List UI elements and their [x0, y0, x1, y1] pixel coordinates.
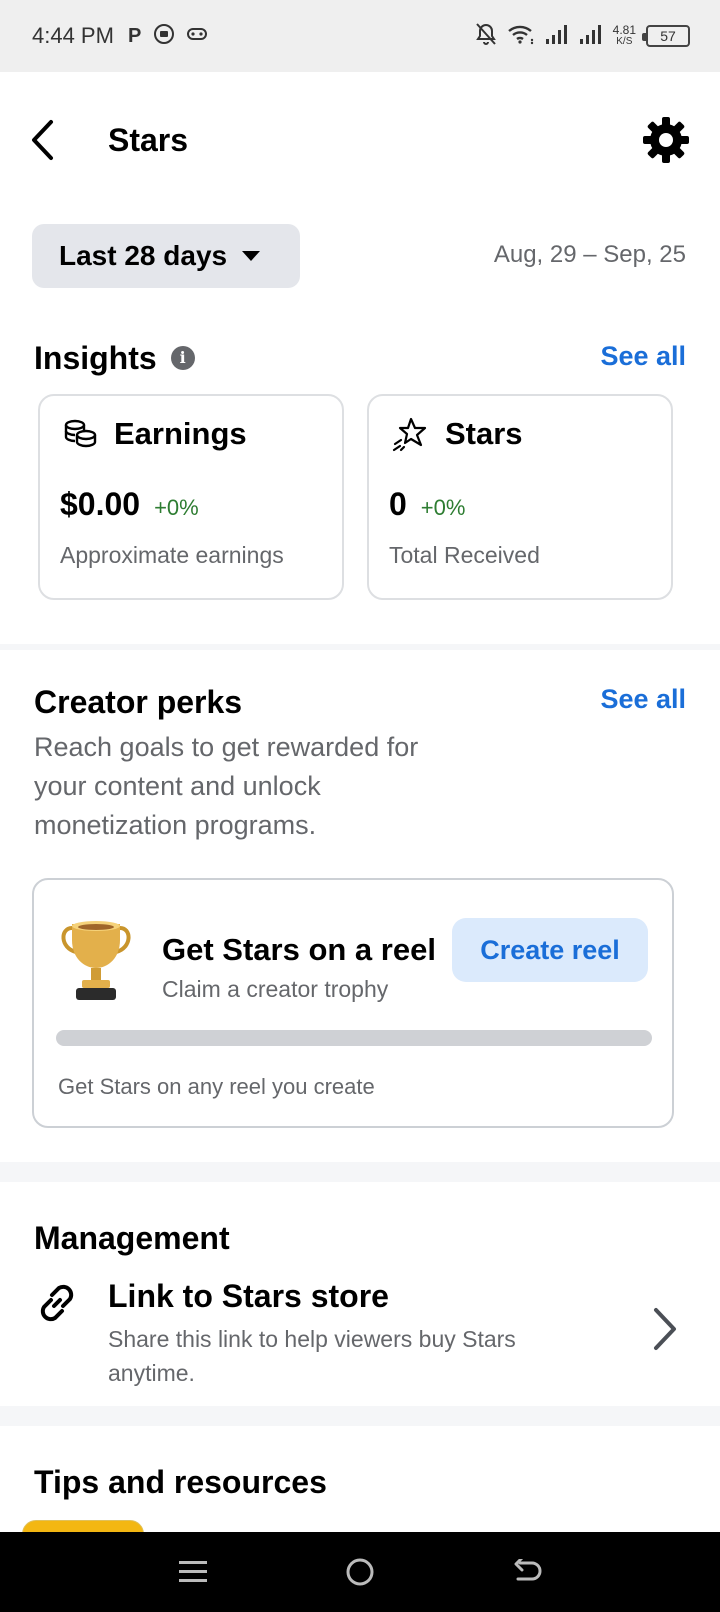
- gear-icon: [643, 117, 689, 163]
- home-button[interactable]: [330, 1542, 390, 1602]
- section-divider: [0, 1162, 720, 1182]
- menu-icon: [179, 1561, 208, 1582]
- date-range-label: Last 28 days: [59, 240, 228, 271]
- link-to-stars-store-title: Link to Stars store: [108, 1278, 389, 1314]
- system-nav-bar: [0, 1532, 720, 1612]
- back-button[interactable]: [22, 110, 62, 170]
- create-reel-button[interactable]: Create reel: [452, 918, 648, 982]
- earnings-change: +0%: [154, 495, 199, 520]
- creator-perks-description: Reach goals to get rewarded for your con…: [34, 732, 419, 840]
- stars-value: 0: [389, 486, 407, 522]
- media-app-icon: [153, 23, 175, 50]
- management-heading: Management: [34, 1220, 230, 1256]
- link-icon: [40, 1284, 74, 1322]
- date-range-text: Aug, 29 – Sep, 25: [493, 241, 686, 268]
- perk-subtitle: Claim a creator trophy: [162, 976, 389, 1002]
- signal-icon: [545, 23, 569, 50]
- earnings-caption: Approximate earnings: [60, 542, 284, 568]
- link-to-stars-store-description: Share this link to help viewers buy Star…: [108, 1326, 516, 1386]
- home-circle-icon: [346, 1558, 374, 1586]
- star-burst-icon: [392, 417, 427, 452]
- battery-icon: 57: [642, 25, 690, 47]
- earnings-card[interactable]: Earnings $0.00 +0% Approximate earnings: [38, 394, 344, 600]
- date-range-dropdown[interactable]: Last 28 days: [32, 224, 300, 288]
- perk-progress-bar: [56, 1030, 652, 1046]
- stars-label: Stars: [445, 416, 523, 451]
- perk-card: Get Stars on a reel Claim a creator trop…: [32, 878, 674, 1128]
- back-nav-button[interactable]: [497, 1542, 557, 1602]
- bell-off-icon: [475, 22, 497, 51]
- earnings-label: Earnings: [114, 416, 247, 451]
- back-arrow-icon: [514, 1559, 542, 1581]
- status-bar: 4:44 PM P 4.81 K/S 57: [0, 0, 720, 72]
- perk-footer: Get Stars on any reel you create: [58, 1074, 375, 1099]
- settings-button[interactable]: [638, 112, 694, 168]
- insights-heading: Insights i: [34, 340, 195, 377]
- network-speed: 4.81 K/S: [612, 23, 636, 47]
- status-time: 4:44 PM: [32, 23, 114, 48]
- perk-title: Get Stars on a reel: [162, 932, 436, 967]
- coins-icon: [64, 419, 97, 448]
- trophy-icon: [61, 921, 131, 1000]
- wifi-icon: [507, 23, 535, 50]
- earnings-value: $0.00: [60, 486, 141, 522]
- page-title: Stars: [108, 122, 189, 158]
- game-app-icon: [187, 27, 208, 46]
- caret-down-icon: [242, 251, 261, 261]
- tips-heading: Tips and resources: [34, 1464, 327, 1500]
- insights-see-all-link[interactable]: See all: [600, 341, 686, 372]
- info-icon[interactable]: i: [170, 345, 195, 370]
- stars-change: +0%: [420, 495, 466, 520]
- signal-icon-2: [579, 23, 603, 50]
- recent-apps-button[interactable]: [163, 1542, 223, 1602]
- creator-perks-heading: Creator perks: [34, 684, 243, 720]
- perks-see-all-link[interactable]: See all: [600, 684, 686, 715]
- section-divider: [0, 644, 720, 650]
- stars-card[interactable]: Stars 0 +0% Total Received: [367, 394, 673, 600]
- section-divider: [0, 1406, 720, 1426]
- stars-caption: Total Received: [389, 542, 540, 568]
- link-to-stars-store-row[interactable]: Link to Stars store Share this link to h…: [0, 1266, 720, 1396]
- chevron-right-icon: [654, 1308, 676, 1350]
- chevron-left-icon: [32, 120, 53, 160]
- header: Stars: [0, 72, 720, 208]
- p-app-icon: P: [127, 25, 142, 47]
